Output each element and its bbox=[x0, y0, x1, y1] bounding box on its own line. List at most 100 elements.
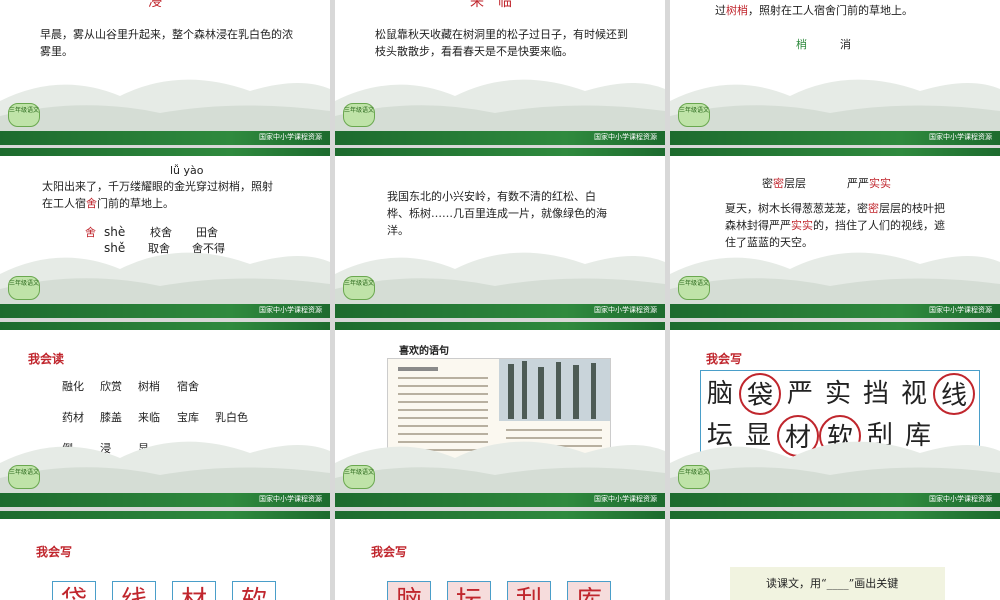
slide-text: 早晨，雾从山谷里升起来，整个森林浸在乳白色的浓雾里。 bbox=[40, 28, 293, 58]
text-part: ，照射在工人宿舍门前的草地上。 bbox=[748, 4, 913, 17]
slide-heading: 喜欢的语句 bbox=[399, 346, 449, 357]
slide-text: 松鼠靠秋天收藏在树洞里的松子过日子，有时候还到枝头散散步，看看春天是不是快要来临… bbox=[375, 28, 628, 58]
write-char-circled: 袋 bbox=[739, 373, 781, 415]
grade-logo: 三年级语文 bbox=[8, 103, 40, 127]
write-char: 脑 bbox=[706, 379, 733, 409]
instruction-text: 读课文，用“____”画出关键 bbox=[766, 577, 899, 590]
mountain-background bbox=[335, 79, 665, 131]
slide-title: 来 临 bbox=[470, 0, 512, 10]
char-row: 脑 袋 严 实 挡 视 线 bbox=[701, 373, 979, 415]
mountain-background bbox=[670, 252, 1000, 304]
write-char-circled: 线 bbox=[933, 373, 975, 415]
write-char: 严 bbox=[786, 379, 813, 409]
slide-title: 浸 bbox=[148, 0, 162, 10]
slide-thumbnail[interactable]: 我国东北的小兴安岭，有数不清的红松、白桦、栎树……几百里连成一片，就像绿色的海洋… bbox=[335, 148, 665, 318]
grade-logo: 三年级语文 bbox=[678, 465, 710, 489]
footer-bar: 国家中小学课程资源 bbox=[0, 304, 330, 318]
footer-label: 国家中小学课程资源 bbox=[929, 133, 992, 141]
logo-label: 三年级语文 bbox=[679, 107, 710, 114]
write-char: 视 bbox=[900, 379, 927, 409]
slide-thumbnail[interactable]: 读课文，用“____”画出关键 bbox=[670, 511, 1000, 600]
top-bar bbox=[0, 322, 330, 330]
slide-heading: 我会读 bbox=[28, 352, 65, 366]
mountain-background bbox=[335, 252, 665, 304]
slide-text: 过树梢，照射在工人宿舍门前的草地上。 bbox=[715, 2, 985, 19]
write-char: 实 bbox=[824, 379, 851, 409]
char-box: 材 bbox=[172, 581, 216, 600]
footer-label: 国家中小学课程资源 bbox=[594, 495, 657, 503]
top-bar bbox=[335, 322, 665, 330]
slide-thumbnail[interactable]: 来 临 松鼠靠秋天收藏在树洞里的松子过日子，有时候还到枝头散散步，看看春天是不是… bbox=[335, 0, 665, 145]
slide-thumbnail[interactable]: 密密层层 严严实实 夏天，树木长得葱葱茏茏，密密层层的枝叶把森林封得严严实实的，… bbox=[670, 148, 1000, 318]
text-part: 严严 bbox=[847, 177, 869, 190]
slide-thumbnail[interactable]: 浸 早晨，雾从山谷里升起来，整个森林浸在乳白色的浓雾里。 三年级语文 国家中小学… bbox=[0, 0, 330, 145]
slide-heading: 我会写 bbox=[371, 545, 408, 559]
word-char: 梢 bbox=[796, 38, 807, 51]
char-box: 线 bbox=[112, 581, 156, 600]
char-box: 坛 bbox=[447, 581, 491, 600]
logo-label: 三年级语文 bbox=[9, 469, 40, 476]
logo-label: 三年级语文 bbox=[679, 280, 710, 287]
text-part: 层层 bbox=[784, 177, 806, 190]
mountain-background bbox=[335, 441, 665, 493]
highlight-char: 实实 bbox=[869, 177, 891, 190]
logo-label: 三年级语文 bbox=[9, 280, 40, 287]
word-item: 融化 bbox=[62, 380, 84, 393]
mountain-background bbox=[0, 252, 330, 304]
char-box: 软 bbox=[232, 581, 276, 600]
highlight-char: 舍 bbox=[86, 197, 97, 210]
char-box: 库 bbox=[567, 581, 611, 600]
footer-label: 国家中小学课程资源 bbox=[594, 306, 657, 314]
footer-bar: 国家中小学课程资源 bbox=[335, 493, 665, 507]
top-bar bbox=[670, 322, 1000, 330]
text-part: 门前的草地上。 bbox=[97, 197, 174, 210]
footer-label: 国家中小学课程资源 bbox=[929, 306, 992, 314]
footer-bar: 国家中小学课程资源 bbox=[670, 304, 1000, 318]
highlight-char: 密 bbox=[868, 202, 879, 215]
pinyin-label: lǚ yào bbox=[170, 164, 204, 177]
grade-logo: 三年级语文 bbox=[8, 465, 40, 489]
slide-thumbnail[interactable]: 我会读 融化 欣赏 树梢 宿舍 药材 膝盖 来临 宝库 乳白色 倒 浸 显 三年… bbox=[0, 322, 330, 507]
slide-thumbnail[interactable]: 我会写 脑 坛 刮 库 bbox=[335, 511, 665, 600]
grade-logo: 三年级语文 bbox=[8, 276, 40, 300]
text-part: 密 bbox=[762, 177, 773, 190]
logo-label: 三年级语文 bbox=[344, 107, 375, 114]
footer-bar: 国家中小学课程资源 bbox=[0, 493, 330, 507]
word-item: 欣赏 bbox=[100, 380, 122, 393]
mountain-background bbox=[0, 79, 330, 131]
slide-thumbnail[interactable]: 喜欢的语句 三年级语文 国家中小学课程资源 bbox=[335, 322, 665, 507]
footer-bar: 国家中小学课程资源 bbox=[0, 131, 330, 145]
mountain-background bbox=[670, 79, 1000, 131]
footer-bar: 国家中小学课程资源 bbox=[335, 304, 665, 318]
footer-label: 国家中小学课程资源 bbox=[594, 133, 657, 141]
slide-thumbnail[interactable]: 我会写 袋 线 材 软 bbox=[0, 511, 330, 600]
footer-bar: 国家中小学课程资源 bbox=[670, 493, 1000, 507]
slide-thumbnail[interactable]: 我会写 脑 袋 严 实 挡 视 线 坛 显 材 软 刮 库 三年级语文 国家中小… bbox=[670, 322, 1000, 507]
write-char: 挡 bbox=[862, 379, 889, 409]
highlight-word: 实实 bbox=[791, 219, 813, 232]
slide-heading: 我会写 bbox=[36, 545, 73, 559]
grade-logo: 三年级语文 bbox=[343, 103, 375, 127]
slide-text: 太阳出来了，千万缕耀眼的金光穿过树梢，照射在工人宿舍门前的草地上。 bbox=[42, 178, 277, 212]
char-box: 刮 bbox=[507, 581, 551, 600]
footer-label: 国家中小学课程资源 bbox=[259, 306, 322, 314]
top-bar bbox=[670, 511, 1000, 519]
word-char: 消 bbox=[840, 38, 851, 51]
top-bar bbox=[0, 511, 330, 519]
grade-logo: 三年级语文 bbox=[678, 103, 710, 127]
logo-label: 三年级语文 bbox=[9, 107, 40, 114]
top-bar bbox=[335, 511, 665, 519]
slide-text: 我国东北的小兴安岭，有数不清的红松、白桦、栎树……几百里连成一片，就像绿色的海洋… bbox=[387, 190, 607, 237]
text-part: 夏天，树木长得葱葱茏茏，密 bbox=[725, 202, 868, 215]
slide-thumbnail[interactable]: lǚ yào 太阳出来了，千万缕耀眼的金光穿过树梢，照射在工人宿舍门前的草地上。… bbox=[0, 148, 330, 318]
footer-label: 国家中小学课程资源 bbox=[259, 495, 322, 503]
top-bar bbox=[670, 148, 1000, 156]
logo-label: 三年级语文 bbox=[344, 280, 375, 287]
slide-heading: 我会写 bbox=[706, 352, 743, 366]
word-item: 树梢 bbox=[138, 380, 160, 393]
char-box: 脑 bbox=[387, 581, 431, 600]
mountain-background bbox=[0, 441, 330, 493]
logo-label: 三年级语文 bbox=[679, 469, 710, 476]
slide-thumbnail[interactable]: 过树梢，照射在工人宿舍门前的草地上。 梢 消 三年级语文 国家中小学课程资源 bbox=[670, 0, 1000, 145]
word-pair: 严严实实 bbox=[847, 175, 891, 192]
